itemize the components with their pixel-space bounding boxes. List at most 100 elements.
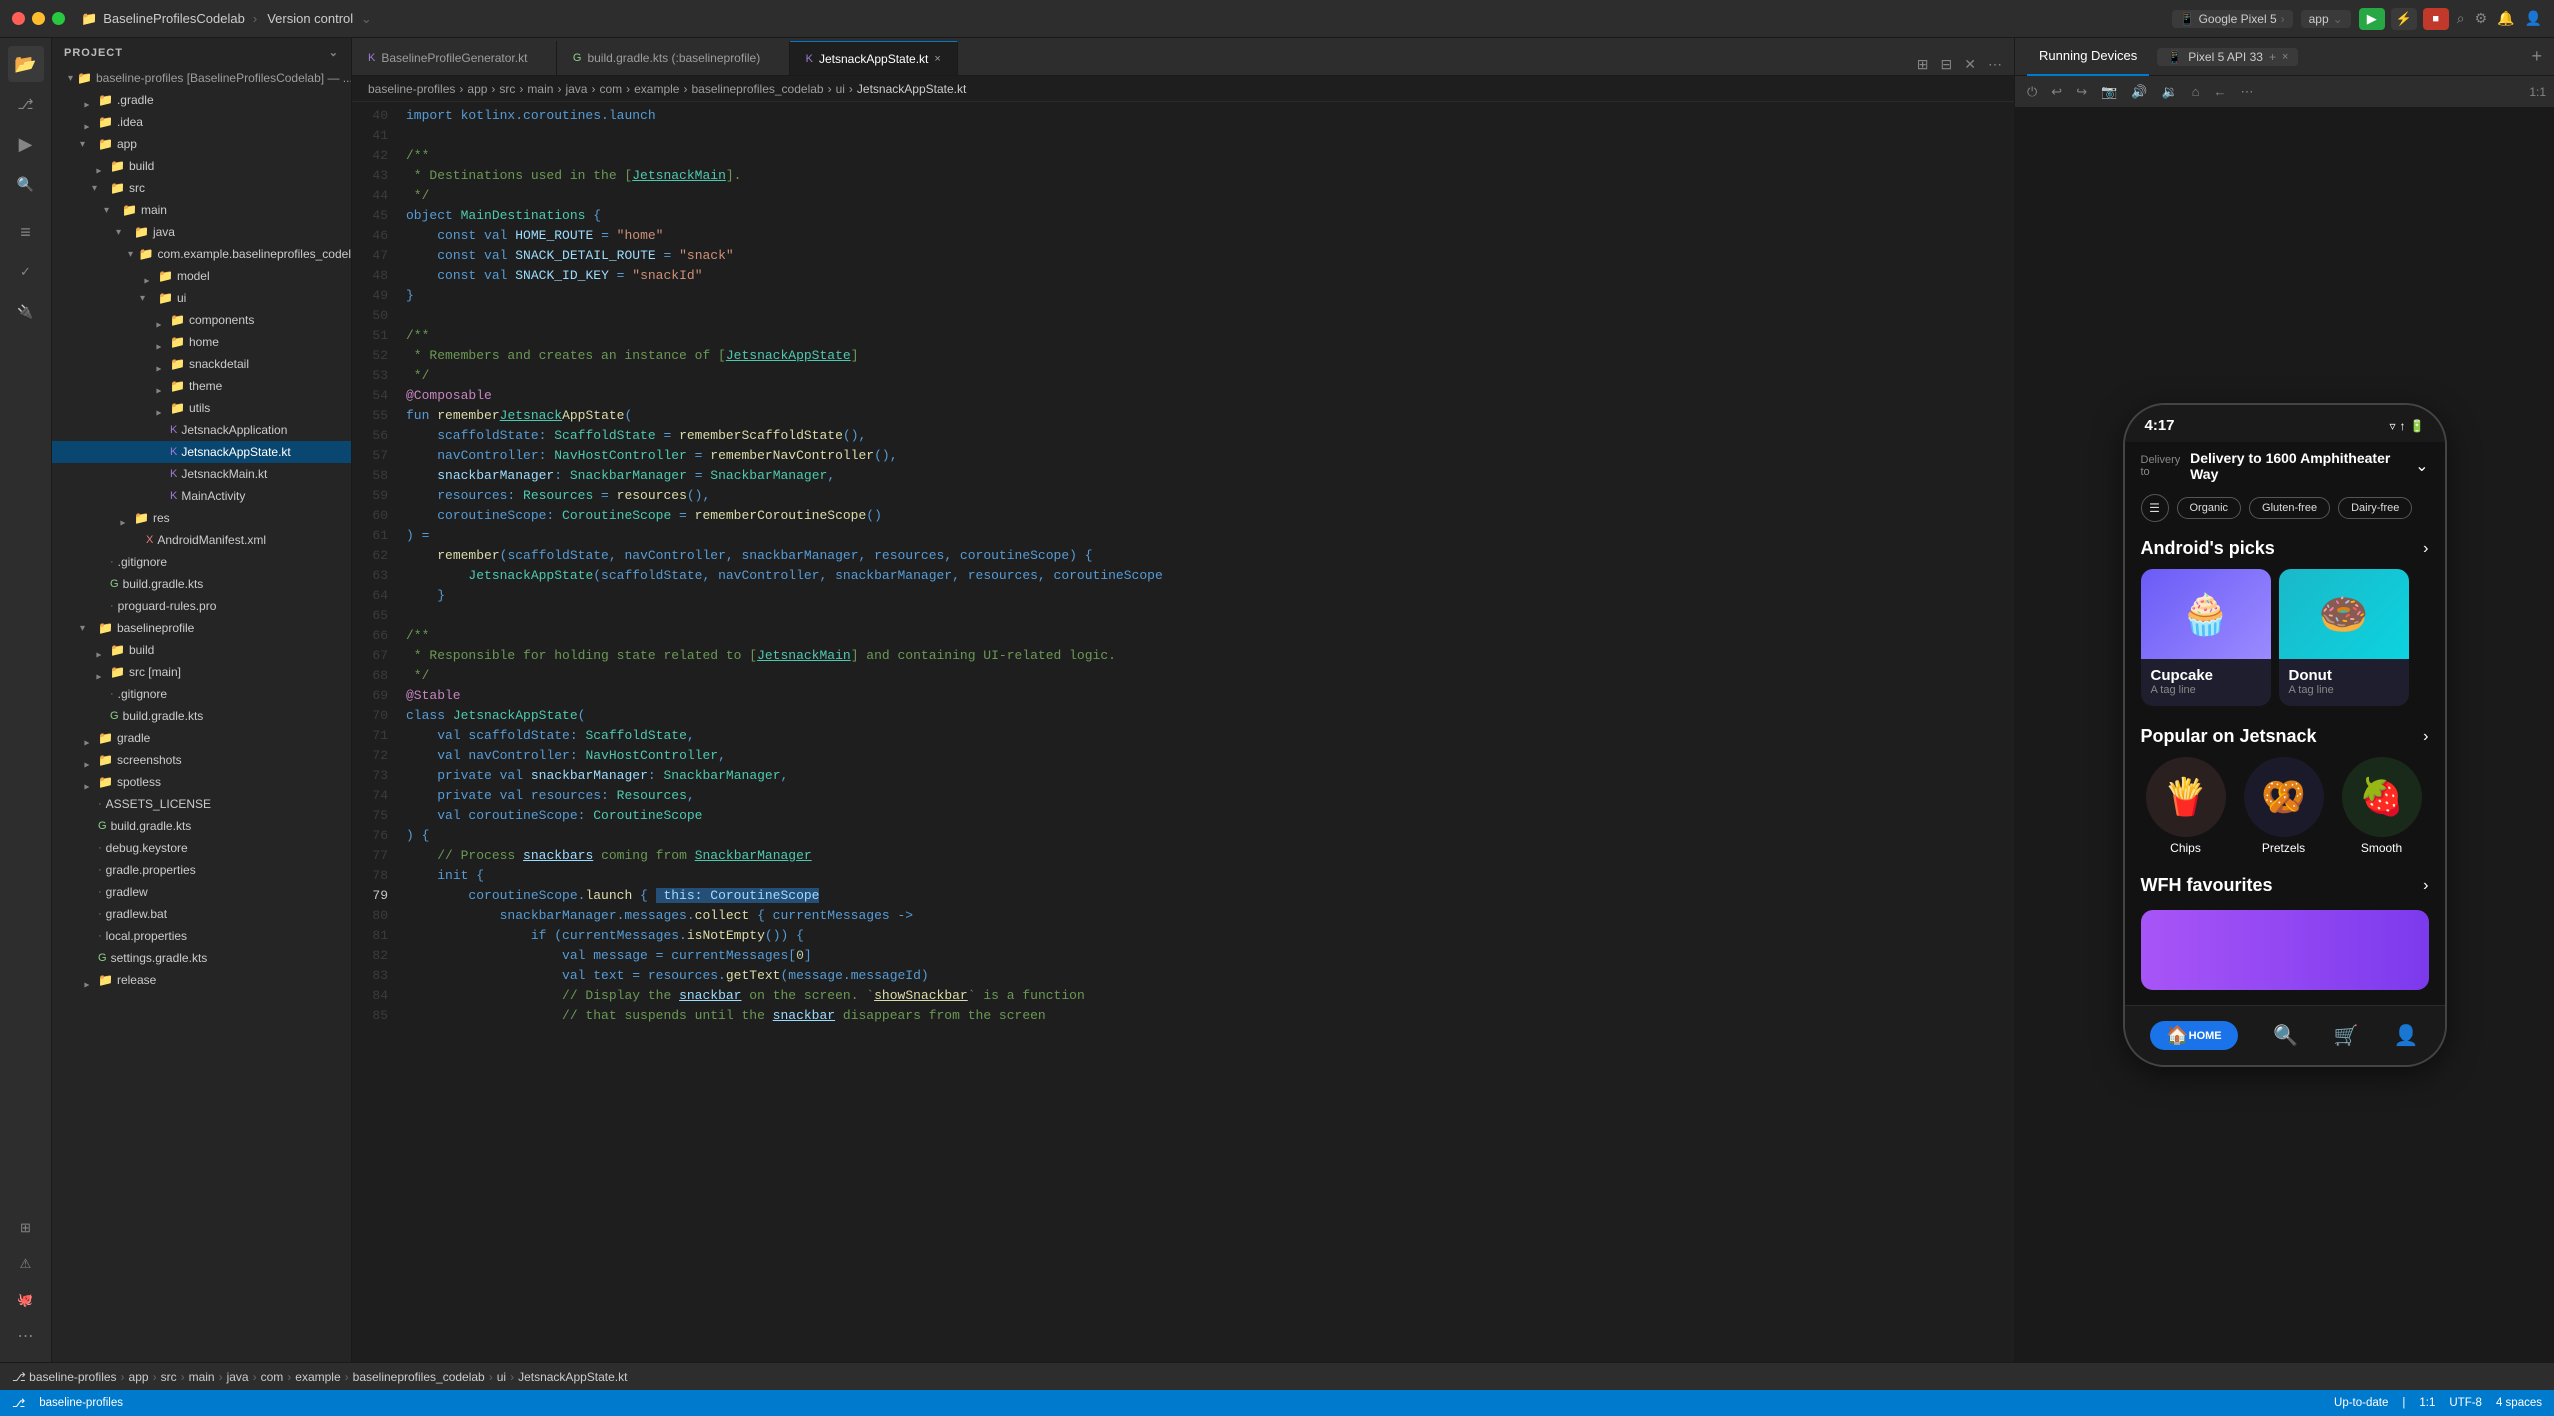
delivery-header[interactable]: Delivery to Delivery to 1600 Amphitheate… <box>2125 442 2445 490</box>
app-selector[interactable]: app ⌄ <box>2301 10 2351 28</box>
sidebar-item-gradle-dir[interactable]: ▾ 📁 .gradle <box>52 89 351 111</box>
notifications-icon[interactable]: 🔔 <box>2497 10 2514 27</box>
sidebar-item-assets-license[interactable]: · ASSETS_LICENSE <box>52 793 351 815</box>
sidebar-item-home-folder[interactable]: ▾ 📁 home <box>52 331 351 353</box>
sidebar-item-buildgradle-app[interactable]: G build.gradle.kts <box>52 573 351 595</box>
run-button[interactable]: ▶ <box>2359 8 2385 30</box>
nav-cart[interactable]: 🛒 <box>2333 1023 2358 1048</box>
sidebar-item-res[interactable]: ▾ 📁 res <box>52 507 351 529</box>
run-debug-icon[interactable]: ▶ <box>8 126 44 162</box>
sidebar-item-gradle-properties[interactable]: · gradle.properties <box>52 859 351 881</box>
sidebar-item-gradle-folder[interactable]: ▾ 📁 gradle <box>52 727 351 749</box>
vcs-icon[interactable]: ⎇ <box>8 86 44 122</box>
structure-icon[interactable]: ≡ <box>8 214 44 250</box>
version-control[interactable]: Version control ⌄ <box>267 11 372 27</box>
terminal-icon[interactable]: ⊞ <box>8 1210 44 1246</box>
code-lines[interactable]: import kotlinx.coroutines.launch /** * D… <box>402 102 2014 1362</box>
back-device-icon[interactable]: ← <box>2210 82 2231 101</box>
git-icon[interactable]: 🐙 <box>8 1282 44 1318</box>
popular-arrow-icon[interactable]: › <box>2423 728 2428 746</box>
nav-profile[interactable]: 👤 <box>2394 1023 2419 1048</box>
filter-glutenfree[interactable]: Gluten-free <box>2249 497 2330 519</box>
sidebar-item-build2[interactable]: ▾ 📁 build <box>52 639 351 661</box>
plugins-icon[interactable]: 🔌 <box>8 294 44 330</box>
add-device-icon[interactable]: + <box>2531 46 2542 67</box>
sidebar-item-screenshots[interactable]: ▾ 📁 screenshots <box>52 749 351 771</box>
device-tab-pixel5[interactable]: 📱 Pixel 5 API 33 + × <box>2157 48 2298 66</box>
sidebar-item-gradlew[interactable]: · gradlew <box>52 881 351 903</box>
close-button[interactable] <box>12 12 25 25</box>
pretzels-card[interactable]: 🥨 Pretzels <box>2239 757 2329 855</box>
search-everywhere-icon[interactable]: ⌕ <box>2457 10 2465 27</box>
explorer-icon[interactable]: 📂 <box>8 46 44 82</box>
sidebar-item-buildgradle-root[interactable]: G build.gradle.kts <box>52 815 351 837</box>
sidebar-item-jetsnackmain[interactable]: K JetsnackMain.kt <box>52 463 351 485</box>
volume-up-icon[interactable]: 🔊 <box>2127 82 2151 102</box>
sidebar-item-java[interactable]: ▾ 📁 java <box>52 221 351 243</box>
smooth-card[interactable]: 🍓 Smooth <box>2337 757 2427 855</box>
power-icon[interactable]: ⏻ <box>2023 82 2041 102</box>
sidebar-item-components[interactable]: ▾ 📁 components <box>52 309 351 331</box>
chips-card[interactable]: 🍟 Chips <box>2141 757 2231 855</box>
sidebar-item-buildgradle-base[interactable]: G build.gradle.kts <box>52 705 351 727</box>
tab-running-devices[interactable]: Running Devices <box>2027 38 2149 76</box>
delivery-address[interactable]: Delivery to 1600 Amphitheater Way ⌄ <box>2190 450 2428 482</box>
sidebar-item-settings-gradle[interactable]: G settings.gradle.kts <box>52 947 351 969</box>
rotate-right-icon[interactable]: ↪ <box>2072 82 2091 102</box>
sidebar-item-mainactivity[interactable]: K MainActivity <box>52 485 351 507</box>
tab-buildgradle[interactable]: G build.gradle.kts (:baselineprofile) × <box>557 41 790 75</box>
section-arrow-icon[interactable]: › <box>2423 540 2428 558</box>
sidebar-item-baselineprofile[interactable]: ▾ 📁 baselineprofile <box>52 617 351 639</box>
sidebar-header-icon[interactable]: ⌄ <box>329 46 339 59</box>
sidebar-item-src[interactable]: ▾ 📁 src <box>52 177 351 199</box>
split-editor-icon[interactable]: ⊞ <box>1913 54 1933 75</box>
maximize-button[interactable] <box>52 12 65 25</box>
tab-baselineprofilegenerator[interactable]: K BaselineProfileGenerator.kt × <box>352 41 557 75</box>
nav-search[interactable]: 🔍 <box>2273 1023 2298 1048</box>
app-content[interactable]: Delivery to Delivery to 1600 Amphitheate… <box>2125 442 2445 1005</box>
sidebar-item-debug-keystore[interactable]: · debug.keystore <box>52 837 351 859</box>
filter-organic[interactable]: Organic <box>2177 497 2242 519</box>
filter-icon[interactable]: ☰ <box>2141 494 2169 522</box>
close-editors-icon[interactable]: ✕ <box>1960 54 1980 75</box>
sidebar-item-utils[interactable]: ▾ 📁 utils <box>52 397 351 419</box>
sidebar-item-snackdetail[interactable]: ▾ 📁 snackdetail <box>52 353 351 375</box>
sidebar-item-jetsnackappstate[interactable]: K JetsnackAppState.kt <box>52 441 351 463</box>
split-vertical-icon[interactable]: ⊟ <box>1937 54 1957 75</box>
sidebar-item-app[interactable]: ▾ 📁 app <box>52 133 351 155</box>
more-tabs-icon[interactable]: ⋯ <box>1984 54 2006 75</box>
filter-dairyfree[interactable]: Dairy-free <box>2338 497 2412 519</box>
more-device-icon[interactable]: ⋯ <box>2237 82 2258 102</box>
sidebar-item-spotless[interactable]: ▾ 📁 spotless <box>52 771 351 793</box>
profile-button[interactable]: ⚡ <box>2391 8 2417 30</box>
sidebar-item-jetsnackapplication[interactable]: K JetsnackApplication <box>52 419 351 441</box>
sidebar-item-proguard[interactable]: · proguard-rules.pro <box>52 595 351 617</box>
rotate-left-icon[interactable]: ↩ <box>2047 82 2066 102</box>
sidebar-item-gradlew-bat[interactable]: · gradlew.bat <box>52 903 351 925</box>
account-icon[interactable]: 👤 <box>2525 10 2542 27</box>
sidebar-item-src-main[interactable]: ▾ 📁 src [main] <box>52 661 351 683</box>
more-icon[interactable]: ⋯ <box>8 1318 44 1354</box>
cupcake-card[interactable]: 🧁 Cupcake A tag line <box>2141 569 2271 706</box>
screenshot-icon[interactable]: 📷 <box>2097 82 2121 102</box>
donut-card[interactable]: 🍩 Donut A tag line <box>2279 569 2409 706</box>
device-tab-close-icon[interactable]: × <box>2282 51 2288 63</box>
sidebar-item-idea[interactable]: ▾ 📁 .idea <box>52 111 351 133</box>
tab-jetsnackappstate[interactable]: K JetsnackAppState.kt × <box>790 41 958 75</box>
project-label[interactable]: 📁 BaselineProfilesCodelab › <box>81 11 259 27</box>
find-icon[interactable]: 🔍 <box>8 166 44 202</box>
sidebar-item-manifest[interactable]: X AndroidManifest.xml <box>52 529 351 551</box>
volume-down-icon[interactable]: 🔉 <box>2157 82 2181 102</box>
sidebar-item-main[interactable]: ▾ 📁 main <box>52 199 351 221</box>
sidebar-item-build[interactable]: ▾ 📁 build <box>52 155 351 177</box>
code-editor[interactable]: 4041424344 4546474849 5051525354 5556575… <box>352 102 2014 1362</box>
sidebar-item-package[interactable]: ▾ 📁 com.example.baselineprofiles_codel <box>52 243 351 265</box>
sidebar-item-model[interactable]: ▾ 📁 model <box>52 265 351 287</box>
sidebar-item-ui[interactable]: ▾ 📁 ui <box>52 287 351 309</box>
stop-button[interactable]: ■ <box>2423 8 2449 30</box>
sidebar-item-theme[interactable]: ▾ 📁 theme <box>52 375 351 397</box>
sidebar-item-gitignore-app[interactable]: · .gitignore <box>52 551 351 573</box>
nav-home[interactable]: 🏠 HOME <box>2150 1021 2237 1050</box>
sidebar-item-release[interactable]: ▾ 📁 release <box>52 969 351 991</box>
sidebar-item-gitignore-base[interactable]: · .gitignore <box>52 683 351 705</box>
